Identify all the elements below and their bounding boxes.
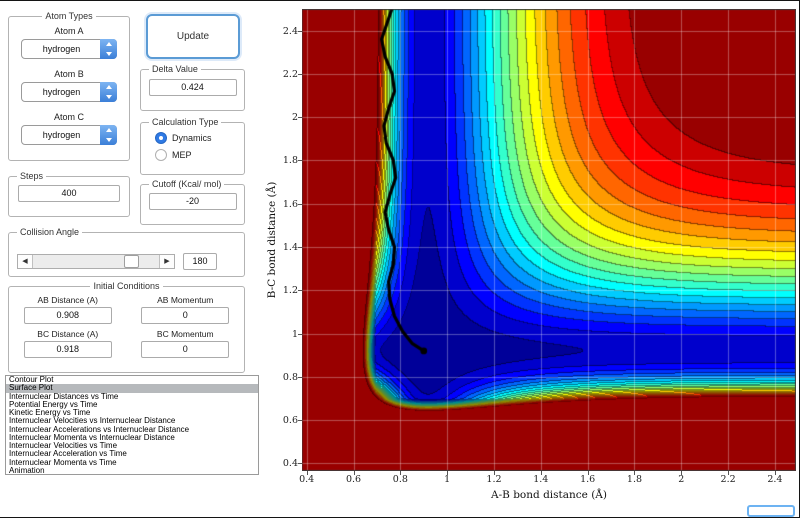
- x-tick-mark: [541, 471, 542, 475]
- x-tick-mark: [728, 471, 729, 475]
- y-tick-mark: [298, 247, 302, 248]
- steps-title: Steps: [20, 171, 44, 181]
- slider-track[interactable]: [33, 255, 159, 268]
- x-tick-mark: [400, 471, 401, 475]
- initial-conditions-panel: Initial Conditions AB Distance (A) AB Mo…: [8, 281, 245, 373]
- update-button[interactable]: Update: [146, 14, 240, 59]
- bottom-right-mini-field[interactable]: [747, 505, 795, 517]
- y-tick-mark: [298, 31, 302, 32]
- atom-c-label: Atom C: [53, 112, 84, 122]
- steps-field[interactable]: 400: [18, 185, 120, 202]
- y-tick-mark: [298, 117, 302, 118]
- x-tick-label: 2: [678, 474, 685, 485]
- x-tick-mark: [681, 471, 682, 475]
- list-item[interactable]: Animation: [6, 466, 258, 474]
- collision-angle-panel: Collision Angle ◀ ▶ 180: [8, 227, 245, 277]
- app-window: Atom Types Atom A hydrogen Atom B hydrog…: [0, 0, 800, 518]
- y-tick-mark: [298, 74, 302, 75]
- atom-a-label: Atom A: [54, 26, 84, 36]
- collision-angle-title: Collision Angle: [20, 227, 80, 237]
- atom-b-label: Atom B: [54, 69, 84, 79]
- popup-arrows-icon: [100, 82, 117, 102]
- y-tick-label: 2.2: [282, 68, 298, 80]
- x-tick-mark: [307, 471, 308, 475]
- dynamics-radio[interactable]: [155, 132, 167, 144]
- y-tick-mark: [298, 377, 302, 378]
- atom-b-select[interactable]: hydrogen: [21, 82, 117, 102]
- popup-arrows-icon: [100, 39, 117, 59]
- plot-type-listbox[interactable]: Contour Plot Surface Plot Internuclear D…: [5, 375, 259, 475]
- cutoff-field[interactable]: -20: [148, 193, 237, 210]
- mep-radio[interactable]: [155, 149, 167, 161]
- atom-types-title: Atom Types: [45, 11, 93, 21]
- ab-distance-label: AB Distance (A): [37, 295, 98, 305]
- calculation-type-title: Calculation Type: [152, 117, 219, 127]
- atom-a-select[interactable]: hydrogen: [21, 39, 117, 59]
- ab-distance-field[interactable]: 0.908: [23, 307, 112, 324]
- atom-types-panel: Atom Types Atom A hydrogen Atom B hydrog…: [8, 11, 130, 161]
- y-axis-label: B-C bond distance (Å): [266, 181, 278, 299]
- y-tick-mark: [298, 290, 302, 291]
- y-tick-label: 0.4: [282, 458, 298, 470]
- x-tick-label: 0.4: [299, 474, 315, 485]
- dynamics-radio-row[interactable]: Dynamics: [155, 132, 244, 144]
- atom-c-select[interactable]: hydrogen: [21, 125, 117, 145]
- y-tick-mark: [298, 334, 302, 335]
- delta-value-panel: Delta Value 0.424: [140, 64, 245, 111]
- initial-conditions-title: Initial Conditions: [93, 281, 160, 291]
- x-tick-label: 0.6: [345, 474, 362, 485]
- x-tick-label: 2.4: [767, 474, 783, 485]
- bc-distance-field[interactable]: 0.918: [23, 341, 112, 358]
- slider-thumb[interactable]: [123, 255, 139, 268]
- y-tick-label: 0.6: [282, 415, 298, 427]
- calculation-type-panel: Calculation Type Dynamics MEP: [140, 117, 245, 175]
- x-tick-mark: [588, 471, 589, 475]
- initial-conditions-grid: AB Distance (A) AB Momentum 0.908 0 BC D…: [9, 293, 244, 361]
- mep-radio-label: MEP: [172, 150, 192, 160]
- dynamics-radio-label: Dynamics: [172, 133, 212, 143]
- y-tick-label: 2.4: [282, 25, 298, 37]
- y-tick-label: 2: [291, 112, 298, 124]
- collision-angle-field[interactable]: 180: [183, 253, 217, 270]
- cutoff-title: Cutoff (Kcal/ mol): [152, 179, 222, 189]
- collision-angle-slider[interactable]: ◀ ▶: [17, 254, 175, 269]
- y-tick-mark: [298, 420, 302, 421]
- cutoff-panel: Cutoff (Kcal/ mol) -20: [140, 179, 245, 225]
- x-tick-mark: [354, 471, 355, 475]
- steps-panel: Steps 400: [8, 171, 130, 217]
- x-tick-label: 2.2: [720, 474, 736, 485]
- x-tick-label: 1.6: [580, 474, 596, 485]
- x-tick-label: 1.4: [533, 474, 549, 485]
- pes-contour-plot: [302, 9, 796, 471]
- y-tick-label: 1: [291, 328, 298, 340]
- ab-momentum-field[interactable]: 0: [141, 307, 230, 324]
- bc-momentum-label: BC Momentum: [156, 329, 214, 339]
- y-tick-mark: [298, 463, 302, 464]
- delta-value-title: Delta Value: [152, 64, 198, 74]
- x-tick-label: 1: [444, 474, 451, 485]
- y-tick-mark: [298, 160, 302, 161]
- bc-momentum-field[interactable]: 0: [141, 341, 230, 358]
- popup-arrows-icon: [100, 125, 117, 145]
- slider-left-arrow-icon[interactable]: ◀: [18, 255, 33, 268]
- x-tick-mark: [494, 471, 495, 475]
- slider-right-arrow-icon[interactable]: ▶: [159, 255, 174, 268]
- x-tick-mark: [634, 471, 635, 475]
- bc-distance-label: BC Distance (A): [37, 329, 99, 339]
- y-tick-mark: [298, 204, 302, 205]
- x-tick-label: 1.2: [486, 474, 502, 485]
- ab-momentum-label: AB Momentum: [157, 295, 214, 305]
- x-tick-label: 0.8: [392, 474, 408, 485]
- x-tick-label: 1.8: [626, 474, 643, 485]
- x-tick-mark: [447, 471, 448, 475]
- mep-radio-row[interactable]: MEP: [155, 149, 244, 161]
- delta-value-field[interactable]: 0.424: [148, 79, 237, 96]
- y-tick-label: 0.8: [282, 371, 298, 383]
- x-tick-mark: [775, 471, 776, 475]
- x-axis-label: A-B bond distance (Å): [491, 489, 607, 501]
